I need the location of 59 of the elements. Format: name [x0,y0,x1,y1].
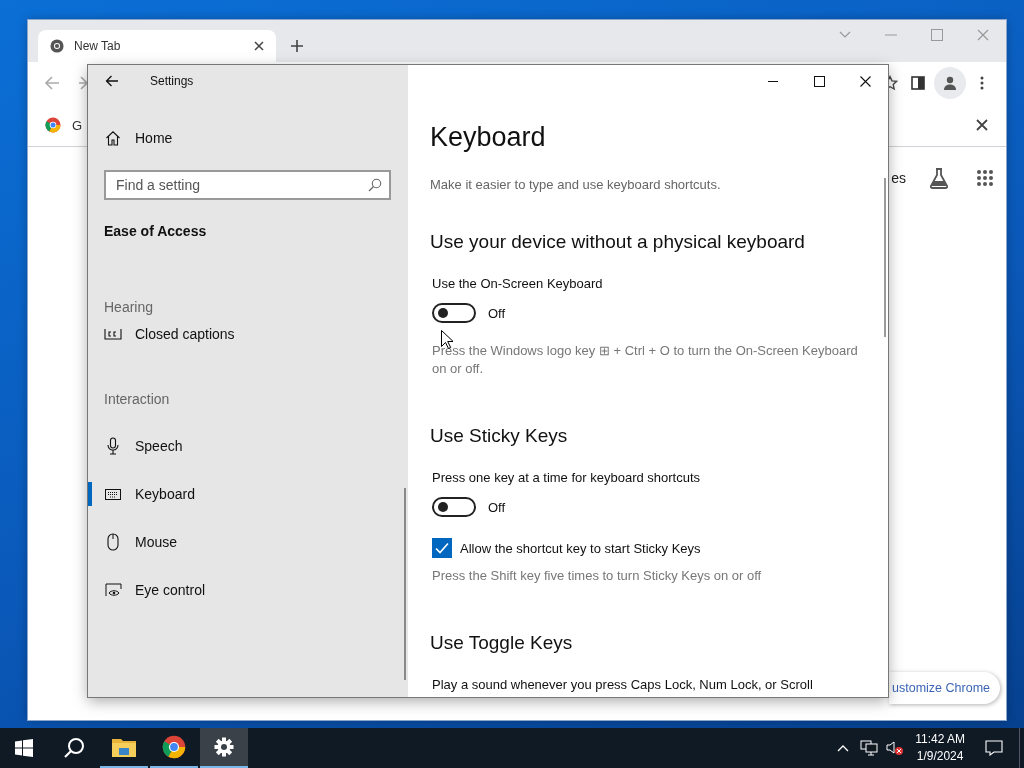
setting-label: Press one key at a time for keyboard shortcuts [432,469,702,487]
section-heading: Use Toggle Keys [430,631,574,655]
setting-label: Use the On-Screen Keyboard [432,275,604,293]
nav-item[interactable]: Speech [88,422,408,470]
clock-date[interactable]: 1/9/2024 [916,748,964,765]
forward-arrow-icon[interactable] [78,75,87,91]
clock-time[interactable]: 11:42 AM [915,731,965,748]
browser-logo-icon [162,735,186,759]
nav-item[interactable]: Mouse [88,518,408,566]
browser-logo-icon [45,117,61,133]
search-icon [63,737,85,759]
link-text[interactable]: es [891,170,906,186]
page-title: Keyboard [430,121,547,154]
toggle-switch[interactable] [432,303,476,323]
setting-description: Press the Shift key five times to turn Sticky Keys on or off [432,567,763,585]
back-button[interactable] [105,75,119,87]
maximize-icon[interactable] [813,75,825,87]
setting-description: Press the Windows logo key ⊞ + Ctrl + O to turn the On-Screen Keyboard on or off. [432,342,858,378]
window-title: Settings [150,74,194,88]
browser-tab[interactable]: New Tab [38,30,276,62]
microphone-icon [104,437,122,455]
scrollbar[interactable] [884,178,886,337]
search-icon [368,178,382,192]
checkbox-label: Allow the shortcut key to start Sticky Keys [460,540,701,556]
new-tab-button[interactable] [290,39,304,53]
scrollbar[interactable] [404,488,406,680]
windows-logo-icon [15,739,33,757]
nav-item[interactable]: Eye control [88,566,408,614]
search-field[interactable]: Find a setting [104,170,391,200]
toggle-state: Off [488,499,506,515]
profile-avatar[interactable] [934,67,966,99]
eye-icon [104,581,122,599]
bookmark-link[interactable]: G [72,117,83,133]
tab-title: New Tab [74,39,122,53]
browser-logo-icon [50,39,64,53]
setting-label: Play a sound whenever you press Caps Lock, Num Lock, or Scroll [432,676,814,694]
folder-icon [112,737,136,757]
toggle-switch[interactable] [432,497,476,517]
star-icon[interactable] [889,75,898,91]
section-heading: Interaction [103,390,171,409]
customize-chrome-button[interactable]: ustomize Chrome [889,672,1000,704]
close-icon[interactable] [254,41,264,51]
taskbar-button[interactable] [200,728,248,768]
toggle-state: Off [488,305,506,321]
home-icon [104,129,122,147]
flask-icon[interactable] [928,167,950,189]
section-heading: Use Sticky Keys [430,424,569,448]
section-heading: Hearing [103,298,155,317]
close-icon[interactable] [859,75,871,87]
section-heading: Use your device without a physical keyboard [430,230,806,254]
minimize-icon[interactable] [768,80,778,82]
apps-grid-icon[interactable] [976,169,994,187]
category-title: Ease of Access [104,222,208,241]
nav-item[interactable]: Keyboard [88,470,408,518]
checkbox[interactable] [432,538,452,558]
nav-item[interactable]: Home [88,118,408,158]
gear-icon [214,737,234,757]
page-description: Make it easier to type and use keyboard shortcuts. [430,176,722,194]
mouse-icon [104,533,122,551]
